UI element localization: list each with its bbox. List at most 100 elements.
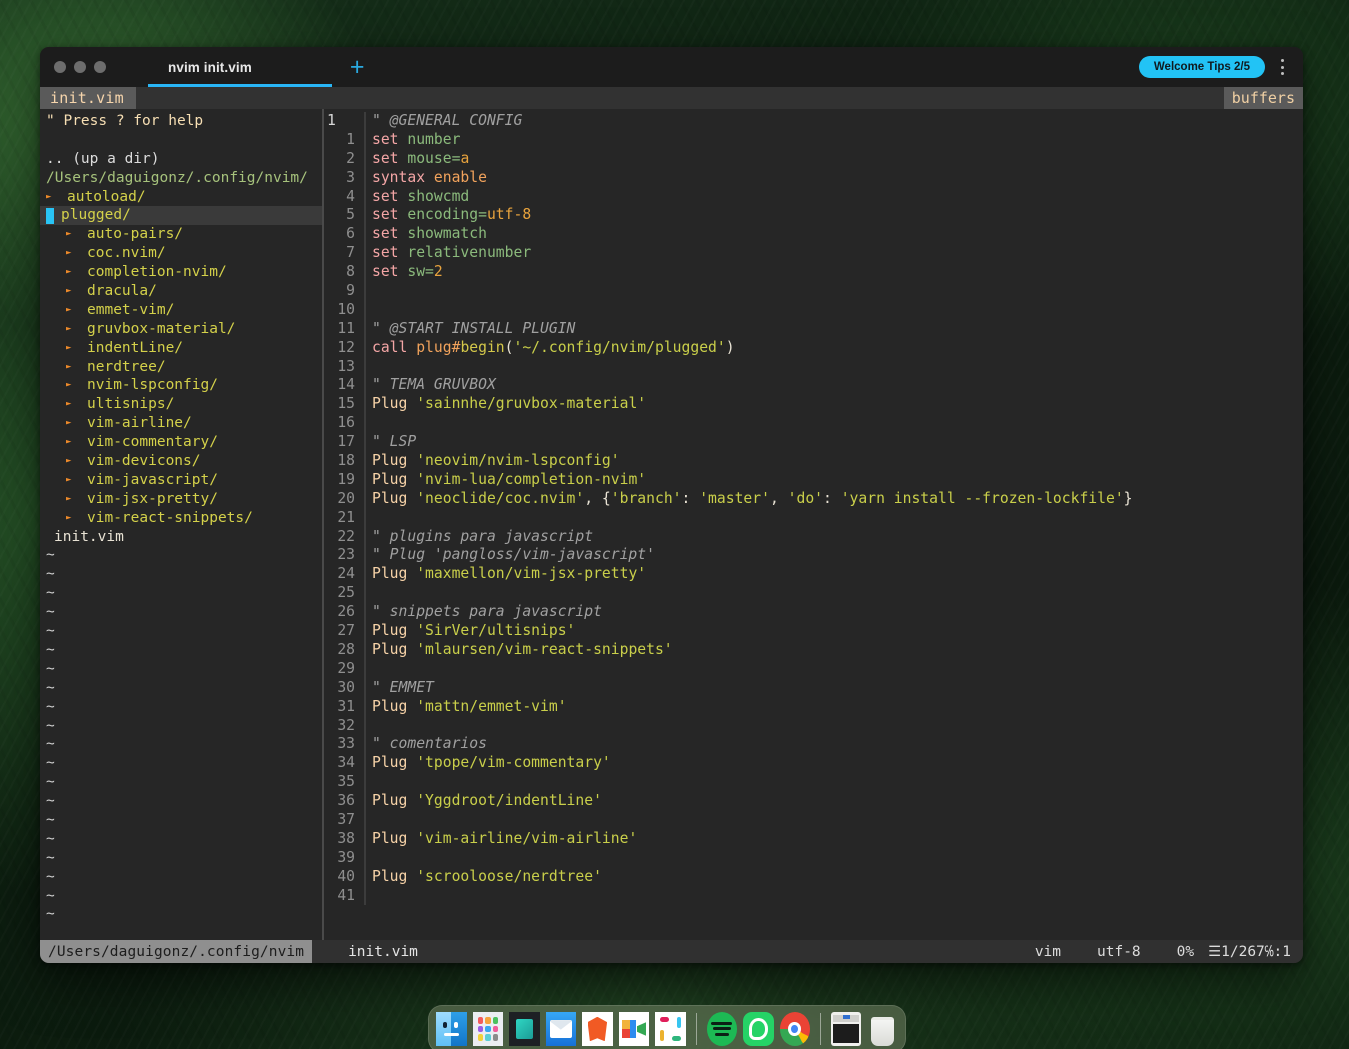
new-tab-button[interactable]: + — [350, 54, 365, 80]
editor-line[interactable]: 8 set sw=2 — [324, 263, 1303, 283]
chevron-right-icon[interactable]: ► — [66, 320, 75, 339]
nerdtree-item-ultisnips[interactable]: ► ultisnips/ — [40, 395, 322, 414]
tab-nvim-init-vim[interactable]: nvim init.vim — [148, 47, 332, 87]
dock-icon-launchpad[interactable] — [472, 1012, 504, 1046]
editor-line[interactable]: 37 — [324, 810, 1303, 830]
nerdtree-item-nvim-lspconfig[interactable]: ► nvim-lspconfig/ — [40, 376, 322, 395]
editor-line[interactable]: 36 Plug 'Yggdroot/indentLine' — [324, 792, 1303, 811]
dock-icon-whatsapp[interactable] — [743, 1012, 774, 1046]
welcome-tips-button[interactable]: Welcome Tips 2/5 — [1138, 56, 1265, 78]
dock-icon-mail[interactable] — [545, 1012, 577, 1046]
chevron-right-icon[interactable]: ► — [66, 395, 75, 414]
editor-line[interactable]: 39 — [324, 848, 1303, 868]
editor-line[interactable]: 7 set relativenumber — [324, 244, 1303, 264]
editor-line[interactable]: 1 set number — [324, 130, 1303, 150]
nerdtree-item-indentline[interactable]: ► indentLine/ — [40, 339, 322, 358]
editor-line[interactable]: 6 set showmatch — [324, 225, 1303, 245]
dock-icon-trash[interactable] — [867, 1012, 898, 1046]
nerdtree-item-completion-nvim[interactable]: ► completion-nvim/ — [40, 263, 322, 282]
chevron-right-icon[interactable]: ► — [46, 188, 55, 207]
dock-icon-notes-app[interactable] — [509, 1012, 540, 1046]
nerdtree-item-vim-devicons[interactable]: ► vim-devicons/ — [40, 452, 322, 471]
chevron-right-icon[interactable]: ► — [66, 376, 75, 395]
chevron-right-icon[interactable]: ► — [66, 414, 75, 433]
nerdtree-item-vim-jsx-pretty[interactable]: ► vim-jsx-pretty/ — [40, 490, 322, 509]
nerdtree-item-auto-pairs[interactable]: ► auto-pairs/ — [40, 225, 322, 244]
editor-line[interactable]: 38 Plug 'vim-airline/vim-airline' — [324, 829, 1303, 849]
editor-line[interactable]: 31 Plug 'mattn/emmet-vim' — [324, 697, 1303, 717]
nerdtree-sidebar[interactable]: " Press ? for help .. (up a dir)/Users/d… — [40, 109, 322, 940]
dock-icon-spotify[interactable] — [706, 1012, 738, 1046]
editor-line[interactable]: 2 set mouse=a — [324, 149, 1303, 169]
nerdtree-up-dir[interactable]: .. (up a dir) — [40, 150, 322, 169]
nerdtree-item-emmet-vim[interactable]: ► emmet-vim/ — [40, 301, 322, 320]
editor-line[interactable]: 12 call plug#begin('~/.config/nvim/plugge… — [324, 338, 1303, 358]
editor-line[interactable]: 26 " snippets para javascript — [324, 603, 1303, 623]
editor-line[interactable]: 34 Plug 'tpope/vim-commentary' — [324, 754, 1303, 774]
chevron-right-icon[interactable]: ► — [66, 225, 75, 244]
editor-line[interactable]: 11 " @START INSTALL PLUGIN — [324, 319, 1303, 339]
chevron-right-icon[interactable]: ► — [66, 471, 75, 490]
nerdtree-item-dracula[interactable]: ► dracula/ — [40, 282, 322, 301]
editor-line[interactable]: 14 " TEMA GRUVBOX — [324, 376, 1303, 396]
chevron-right-icon[interactable]: ► — [66, 452, 75, 471]
nerdtree-root-path[interactable]: /Users/daguigonz/.config/nvim/ — [40, 169, 322, 188]
editor-line[interactable]: 33 " comentarios — [324, 735, 1303, 755]
nerdtree-item-vim-airline[interactable]: ► vim-airline/ — [40, 414, 322, 433]
chevron-right-icon[interactable]: ► — [66, 263, 75, 282]
editor-line[interactable]: 9 — [324, 282, 1303, 301]
nerdtree-item-vim-commentary[interactable]: ► vim-commentary/ — [40, 433, 322, 452]
dock-icon-slack[interactable] — [655, 1012, 686, 1046]
chevron-right-icon[interactable]: ► — [66, 301, 75, 320]
editor-line[interactable]: 20 Plug 'neoclide/coc.nvim', {'branch': '… — [324, 489, 1303, 509]
editor-line[interactable]: 35 — [324, 773, 1303, 793]
editor-line[interactable]: 29 — [324, 659, 1303, 679]
dock-icon-finder[interactable] — [436, 1012, 467, 1046]
nerdtree-item-vim-react-snippets[interactable]: ► vim-react-snippets/ — [40, 509, 322, 528]
chevron-right-icon[interactable]: ► — [66, 490, 75, 509]
chevron-right-icon[interactable]: ► — [66, 433, 75, 452]
editor-line[interactable]: 24 Plug 'maxmellon/vim-jsx-pretty' — [324, 565, 1303, 585]
more-options-icon[interactable] — [1271, 54, 1293, 80]
editor-line[interactable]: 17 " LSP — [324, 433, 1303, 453]
editor-line[interactable]: 18 Plug 'neovim/nvim-lspconfig' — [324, 452, 1303, 471]
editor-line[interactable]: 4 set showcmd — [324, 187, 1303, 207]
zoom-window-button[interactable] — [94, 61, 106, 73]
dock-icon-chrome[interactable] — [779, 1012, 811, 1046]
chevron-right-icon[interactable]: ► — [66, 358, 75, 377]
code-editor[interactable]: 1 " @GENERAL CONFIG 1 set number 2 set mouse=… — [324, 109, 1303, 940]
nerdtree-item-vim-javascript[interactable]: ► vim-javascript/ — [40, 471, 322, 490]
editor-line[interactable]: 1 " @GENERAL CONFIG — [324, 112, 1303, 131]
chevron-right-icon[interactable]: ► — [66, 244, 75, 263]
nerdtree-item-initvim[interactable]: init.vim — [40, 528, 322, 547]
editor-line[interactable]: 13 — [324, 357, 1303, 377]
chevron-right-icon[interactable]: ► — [66, 282, 75, 301]
editor-line[interactable]: 16 — [324, 414, 1303, 434]
editor-line[interactable]: 22 " plugins para javascript — [324, 527, 1303, 547]
chevron-right-icon[interactable]: ► — [66, 339, 75, 358]
editor-line[interactable]: 23 " Plug 'pangloss/vim-javascript' — [324, 546, 1303, 566]
editor-line[interactable]: 40 Plug 'scrooloose/nerdtree' — [324, 867, 1303, 887]
editor-line[interactable]: 19 Plug 'nvim-lua/completion-nvim' — [324, 470, 1303, 490]
close-window-button[interactable] — [54, 61, 66, 73]
editor-line[interactable]: 27 Plug 'SirVer/ultisnips' — [324, 622, 1303, 641]
editor-line[interactable]: 41 — [324, 886, 1303, 906]
dock-icon-google-meet[interactable] — [618, 1012, 650, 1046]
editor-line[interactable]: 21 — [324, 508, 1303, 528]
editor-line[interactable]: 15 Plug 'sainnhe/gruvbox-material' — [324, 395, 1303, 415]
buffer-tab-init-vim[interactable]: init.vim — [40, 87, 136, 109]
minimize-window-button[interactable] — [74, 61, 86, 73]
editor-line[interactable]: 3 syntax enable — [324, 168, 1303, 188]
editor-line[interactable]: 30 " EMMET — [324, 678, 1303, 698]
dock-icon-terminal[interactable] — [830, 1012, 862, 1046]
chevron-right-icon[interactable]: ► — [66, 509, 75, 528]
editor-line[interactable]: 10 — [324, 300, 1303, 320]
nerdtree-item-cocnvim[interactable]: ► coc.nvim/ — [40, 244, 322, 263]
editor-line[interactable]: 25 — [324, 584, 1303, 604]
nerdtree-item-gruvbox-material[interactable]: ► gruvbox-material/ — [40, 320, 322, 339]
nerdtree-item-plugged[interactable]: plugged/ — [40, 206, 322, 226]
editor-line[interactable]: 32 — [324, 716, 1303, 736]
dock-icon-brave[interactable] — [582, 1012, 613, 1046]
nerdtree-item-nerdtree[interactable]: ► nerdtree/ — [40, 358, 322, 377]
editor-line[interactable]: 28 Plug 'mlaursen/vim-react-snippets' — [324, 640, 1303, 660]
